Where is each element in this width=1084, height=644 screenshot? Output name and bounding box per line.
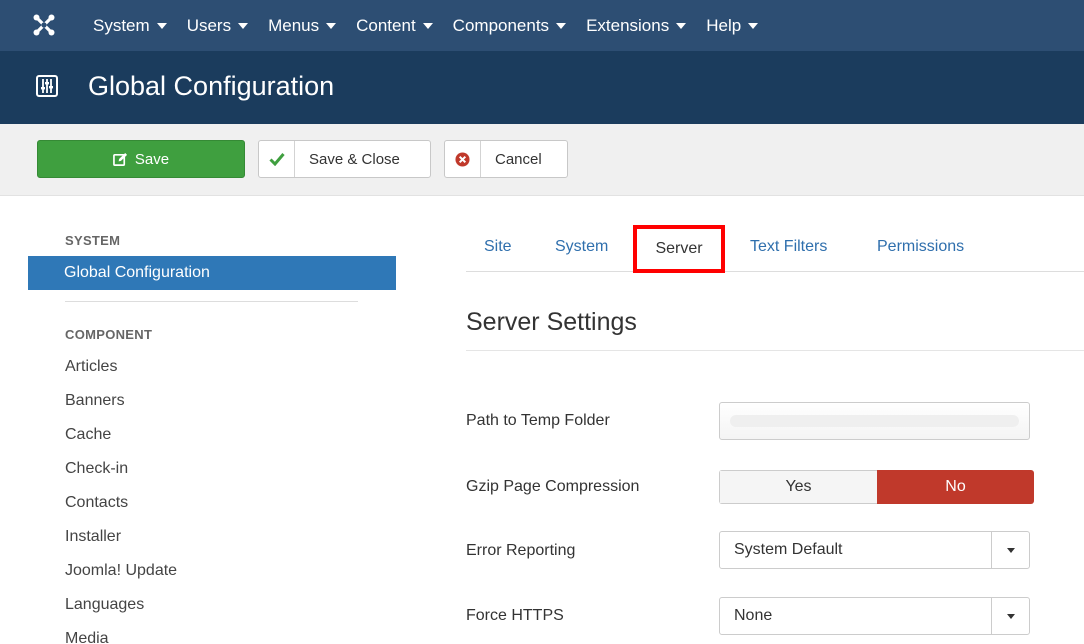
menu-content[interactable]: Content	[356, 16, 433, 36]
menu-menus[interactable]: Menus	[268, 15, 337, 36]
cancel-button[interactable]: Cancel	[444, 140, 568, 178]
section-divider	[466, 350, 1084, 351]
page-title: Global Configuration	[88, 71, 335, 101]
sidebar-item-banners[interactable]: Banners	[65, 389, 177, 423]
error-reporting-value: System Default	[734, 541, 843, 558]
save-button[interactable]: Save	[37, 140, 245, 178]
cancel-label: Cancel	[495, 150, 542, 168]
caret-down-icon	[556, 22, 567, 29]
tab-text-filters[interactable]: Text Filters	[750, 224, 827, 272]
error-reporting-select[interactable]: System Default	[719, 531, 1030, 569]
dropdown-arrow-icon	[991, 532, 1029, 568]
gzip-toggle: Yes No	[719, 470, 1034, 504]
tab-site[interactable]: Site	[484, 224, 512, 272]
gzip-no-option[interactable]: No	[877, 470, 1034, 504]
toolbar: Save Save & Close Cancel	[0, 124, 1084, 196]
caret-down-icon	[238, 22, 249, 29]
force-https-label: Force HTTPS	[466, 607, 564, 624]
sliders-icon	[36, 75, 58, 97]
edit-icon	[112, 152, 127, 166]
menu-label: Menus	[268, 15, 320, 35]
menu-extensions[interactable]: Extensions	[586, 15, 687, 36]
menu-label: System	[93, 15, 150, 35]
temp-folder-label: Path to Temp Folder	[466, 412, 610, 429]
page-header: Global Configuration	[0, 51, 1084, 124]
section-title: Server Settings	[466, 308, 637, 336]
sidebar-item-media[interactable]: Media	[65, 627, 177, 644]
cancel-icon	[445, 141, 481, 177]
save-close-label: Save & Close	[309, 150, 400, 168]
sidebar-component-list: Articles Banners Cache Check-in Contacts…	[65, 355, 177, 644]
config-tabs: Site System Server Text Filters Permissi…	[466, 224, 1084, 273]
tab-server[interactable]: Server	[633, 225, 725, 273]
gzip-label: Gzip Page Compression	[466, 478, 640, 495]
sidebar-item-contacts[interactable]: Contacts	[65, 491, 177, 525]
sidebar-item-check-in[interactable]: Check-in	[65, 457, 177, 491]
menu-label: Components	[452, 15, 550, 35]
checkmark-icon	[259, 141, 295, 177]
menu-users[interactable]: Users	[186, 15, 249, 36]
tab-system[interactable]: System	[555, 224, 608, 272]
sidebar-heading-component: COMPONENT	[65, 327, 153, 342]
joomla-logo-icon[interactable]	[32, 13, 56, 37]
menu-components[interactable]: Components	[452, 15, 567, 36]
gzip-yes-option[interactable]: Yes	[719, 470, 877, 504]
dropdown-arrow-icon	[991, 598, 1029, 634]
sidebar-item-cache[interactable]: Cache	[65, 423, 177, 457]
menu-label: Extensions	[586, 15, 670, 35]
menu-system[interactable]: System	[93, 16, 167, 36]
top-navbar: System Users Menus Content Components Ex…	[0, 0, 1084, 51]
menu-label: Content	[356, 15, 416, 35]
error-reporting-label: Error Reporting	[466, 542, 576, 559]
main-menu: System Users Menus Content Components Ex…	[93, 0, 778, 51]
sidebar-heading-system: SYSTEM	[65, 233, 121, 248]
caret-down-icon	[326, 22, 337, 29]
caret-down-icon	[156, 22, 167, 29]
sidebar-item-articles[interactable]: Articles	[65, 355, 177, 389]
tab-permissions[interactable]: Permissions	[877, 224, 964, 272]
force-https-value: None	[734, 607, 773, 624]
sidebar-item-installer[interactable]: Installer	[65, 525, 177, 559]
temp-folder-input[interactable]	[719, 402, 1030, 440]
save-label: Save	[134, 150, 170, 168]
caret-down-icon	[748, 22, 759, 29]
sidebar-divider	[65, 301, 358, 302]
menu-help[interactable]: Help	[706, 15, 759, 36]
force-https-select[interactable]: None	[719, 597, 1030, 635]
sidebar-item-languages[interactable]: Languages	[65, 593, 177, 627]
menu-label: Help	[706, 15, 742, 35]
caret-down-icon	[422, 22, 433, 29]
sidebar-item-joomla-update[interactable]: Joomla! Update	[65, 559, 177, 593]
save-close-button[interactable]: Save & Close	[258, 140, 431, 178]
menu-label: Users	[186, 15, 232, 35]
blurred-value	[730, 415, 1019, 427]
caret-down-icon	[676, 22, 687, 29]
sidebar-item-global-configuration[interactable]: Global Configuration	[28, 256, 396, 290]
